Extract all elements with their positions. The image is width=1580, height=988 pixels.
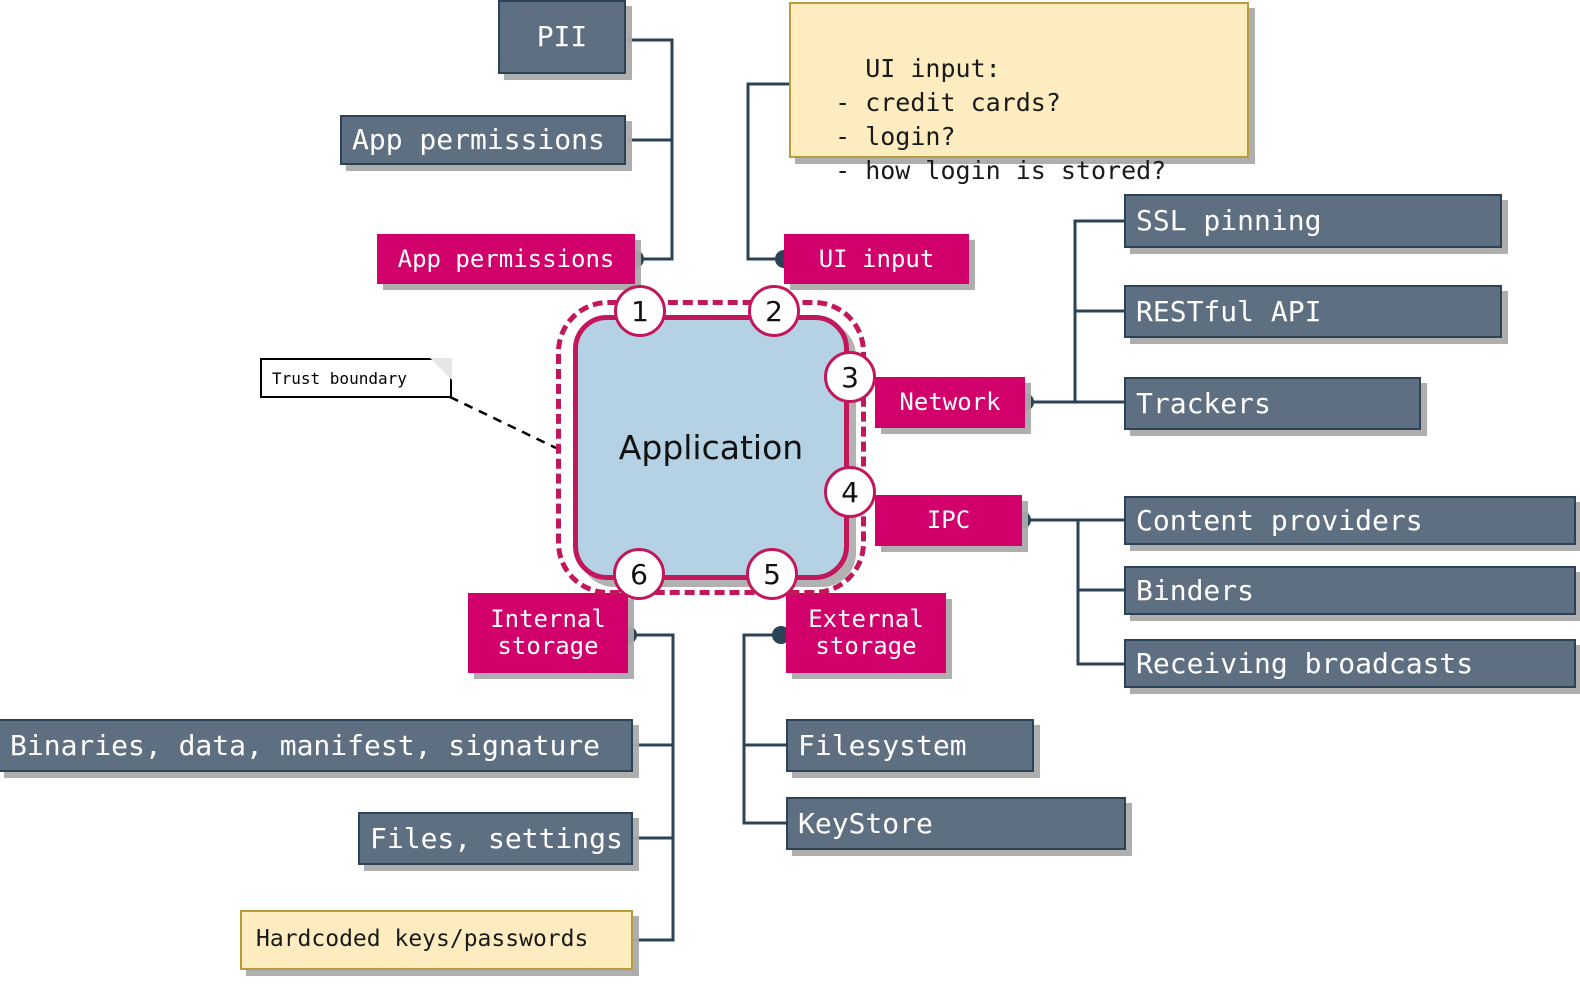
dogear-icon bbox=[430, 358, 452, 380]
node-binaries-data-manifest-signature[interactable]: Binaries, data, manifest, signature bbox=[0, 719, 633, 772]
node-receiving-broadcasts-label: Receiving broadcasts bbox=[1136, 646, 1474, 680]
node-restful-api[interactable]: RESTful API bbox=[1124, 285, 1502, 338]
node-content-providers[interactable]: Content providers bbox=[1124, 496, 1576, 545]
interface-internal-storage[interactable]: Internal storage bbox=[468, 593, 628, 673]
node-binders-label: Binders bbox=[1136, 573, 1255, 607]
application-core-label: Application bbox=[618, 428, 804, 467]
interface-external-storage-label-line2: storage bbox=[815, 632, 917, 660]
node-keystore[interactable]: KeyStore bbox=[786, 797, 1126, 850]
entry-point-5-label: 5 bbox=[763, 557, 781, 591]
node-binaries-label: Binaries, data, manifest, signature bbox=[10, 728, 601, 762]
node-keystore-label: KeyStore bbox=[798, 806, 933, 840]
node-content-providers-label: Content providers bbox=[1136, 503, 1423, 537]
note-hardcoded-keys: Hardcoded keys/passwords bbox=[240, 910, 633, 970]
entry-point-2[interactable]: 2 bbox=[748, 285, 800, 337]
interface-ui-input-label: UI input bbox=[818, 244, 935, 273]
entry-point-5[interactable]: 5 bbox=[746, 548, 798, 600]
interface-network-label: Network bbox=[899, 388, 1001, 417]
node-receiving-broadcasts[interactable]: Receiving broadcasts bbox=[1124, 639, 1576, 688]
node-filesystem-label: Filesystem bbox=[798, 728, 967, 762]
entry-point-2-label: 2 bbox=[765, 294, 783, 328]
entry-point-6-label: 6 bbox=[630, 557, 648, 591]
node-restful-api-label: RESTful API bbox=[1136, 294, 1322, 328]
node-ssl-pinning[interactable]: SSL pinning bbox=[1124, 194, 1502, 248]
entry-point-6[interactable]: 6 bbox=[613, 548, 665, 600]
note-ui-input: UI input: - credit cards? - login? - how… bbox=[789, 2, 1249, 185]
interface-network[interactable]: Network bbox=[875, 377, 1025, 428]
entry-point-1-label: 1 bbox=[631, 294, 649, 328]
node-ssl-pinning-label: SSL pinning bbox=[1136, 204, 1322, 238]
node-binders[interactable]: Binders bbox=[1124, 566, 1576, 615]
node-files-settings-label: Files, settings bbox=[370, 821, 623, 855]
node-pii[interactable]: PII bbox=[498, 0, 626, 74]
entry-point-1[interactable]: 1 bbox=[614, 285, 666, 337]
application-core[interactable]: Application bbox=[573, 315, 849, 580]
interface-internal-storage-label-line1: Internal bbox=[490, 605, 606, 634]
node-app-permissions-detail-label: App permissions bbox=[352, 123, 605, 157]
interface-app-permissions[interactable]: App permissions bbox=[377, 234, 635, 284]
interface-ipc[interactable]: IPC bbox=[875, 495, 1022, 546]
trust-boundary-callout-label: Trust boundary bbox=[272, 368, 407, 388]
node-filesystem[interactable]: Filesystem bbox=[786, 719, 1034, 772]
entry-point-4-label: 4 bbox=[841, 475, 859, 509]
entry-point-3[interactable]: 3 bbox=[824, 351, 876, 403]
trust-boundary-callout: Trust boundary bbox=[260, 358, 452, 398]
node-pii-label: PII bbox=[536, 20, 588, 54]
interface-ipc-label: IPC bbox=[926, 506, 971, 535]
interface-app-permissions-label: App permissions bbox=[397, 244, 615, 273]
interface-external-storage[interactable]: External storage bbox=[786, 593, 946, 673]
interface-internal-storage-label-line2: storage bbox=[497, 632, 599, 660]
threat-model-diagram: PII App permissions UI input: - credit c… bbox=[0, 0, 1580, 988]
interface-ui-input[interactable]: UI input bbox=[784, 234, 969, 284]
node-trackers-label: Trackers bbox=[1136, 386, 1271, 420]
node-files-settings[interactable]: Files, settings bbox=[358, 812, 633, 865]
entry-point-4[interactable]: 4 bbox=[824, 466, 876, 518]
trust-boundary-leader-line bbox=[449, 395, 557, 450]
node-trackers[interactable]: Trackers bbox=[1124, 377, 1421, 430]
note-hardcoded-keys-text: Hardcoded keys/passwords bbox=[256, 926, 589, 953]
interface-external-storage-label-line1: External bbox=[808, 605, 924, 634]
note-ui-input-text: UI input: - credit cards? - login? - how… bbox=[835, 54, 1167, 185]
node-app-permissions-detail[interactable]: App permissions bbox=[340, 115, 626, 165]
entry-point-3-label: 3 bbox=[841, 360, 859, 394]
